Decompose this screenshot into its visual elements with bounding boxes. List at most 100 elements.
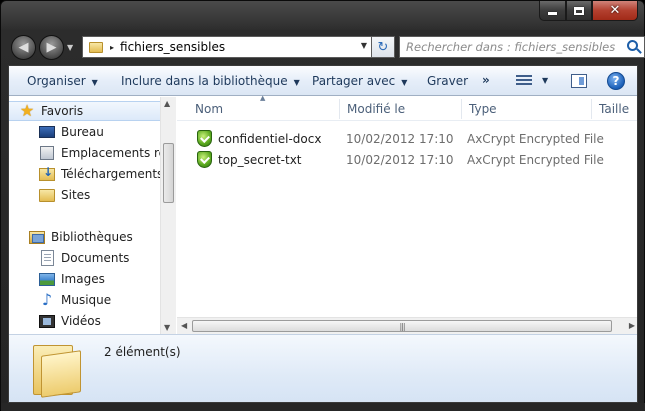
downloads-icon xyxy=(39,165,55,181)
forward-arrow-icon: ▶ xyxy=(46,40,57,55)
address-dropdown-icon[interactable]: ▼ xyxy=(361,41,367,50)
music-note-icon: ♪ xyxy=(41,290,53,309)
organize-label: Organiser xyxy=(27,74,86,88)
command-bar: Organiser ▼ Inclure dans la bibliothèque ▼… xyxy=(9,66,637,96)
file-type: AxCrypt Encrypted File xyxy=(467,132,604,146)
breadcrumb-chevron-icon[interactable]: ▸ xyxy=(110,43,114,52)
close-button[interactable]: ✕ xyxy=(592,1,638,21)
file-row[interactable]: confidentiel-docx 10/02/2012 17:10 AxCry… xyxy=(177,129,637,149)
caption-buttons: ✕ xyxy=(539,1,638,21)
file-name-cell: confidentiel-docx xyxy=(197,130,321,147)
sidebar-item-desktop[interactable]: Bureau xyxy=(9,122,161,142)
large-folder-icon xyxy=(31,341,83,398)
file-name: top_secret-txt xyxy=(218,152,302,167)
help-icon[interactable]: ? xyxy=(607,72,625,90)
file-modified-date: 10/02/2012 17:10 xyxy=(346,153,454,167)
scroll-up-icon[interactable]: ▲ xyxy=(164,99,170,108)
navigation-pane-scrollbar[interactable]: ▲ ▼ xyxy=(160,97,176,334)
chevron-down-icon: ▼ xyxy=(401,78,408,87)
minimize-icon xyxy=(548,12,557,15)
sidebar-item-sites[interactable]: Sites xyxy=(9,185,161,205)
sidebar-item-label: Bibliothèques xyxy=(51,230,133,244)
film-icon xyxy=(39,314,55,328)
search-placeholder: Rechercher dans : fichiers_sensibles xyxy=(406,40,616,54)
preview-pane-icon[interactable] xyxy=(571,74,587,88)
sidebar-item-videos[interactable]: Vidéos xyxy=(9,311,161,331)
sidebar-item-downloads[interactable]: Téléchargements xyxy=(9,164,161,184)
file-row[interactable]: top_secret-txt 10/02/2012 17:10 AxCrypt … xyxy=(177,150,637,170)
pictures-icon xyxy=(39,272,55,286)
more-commands-button[interactable]: » xyxy=(482,73,490,87)
refresh-icon: ↻ xyxy=(377,39,389,55)
column-divider[interactable] xyxy=(591,99,592,119)
folder-icon xyxy=(89,41,103,53)
maximize-icon xyxy=(574,6,584,15)
folder-icon xyxy=(39,188,55,202)
column-header-modified[interactable]: Modifié le xyxy=(347,102,405,116)
sidebar-item-libraries[interactable]: Bibliothèques xyxy=(9,227,161,247)
search-input[interactable]: Rechercher dans : fichiers_sensibles xyxy=(399,36,645,58)
file-list-horizontal-scrollbar[interactable]: ◀ ||| ▶ xyxy=(177,317,637,334)
chevron-down-icon: ▼ xyxy=(293,78,300,87)
file-list: ▲ Nom Modifié le Type Taille confidentie… xyxy=(177,94,637,319)
documents-icon xyxy=(40,250,54,266)
explorer-window: ✕ ◀ ▶ ▼ ▸ fichiers_sensibles ▼ ↻ Recherc… xyxy=(0,0,645,411)
sidebar-item-favorites[interactable]: ★ Favoris xyxy=(9,101,161,121)
sidebar-item-label: Documents xyxy=(61,251,130,265)
navigation-row: ◀ ▶ ▼ ▸ fichiers_sensibles ▼ ↻ Recherche… xyxy=(9,33,645,61)
include-in-library-button[interactable]: Inclure dans la bibliothèque ▼ xyxy=(121,74,300,88)
sidebar-item-label: Bureau xyxy=(61,125,104,139)
share-with-button[interactable]: Partager avec ▼ xyxy=(312,74,407,88)
scroll-right-icon[interactable]: ▶ xyxy=(629,321,635,330)
libraries-icon xyxy=(29,230,45,244)
file-modified-date: 10/02/2012 17:10 xyxy=(346,132,454,146)
scrollbar-grip-icon: ||| xyxy=(399,321,405,331)
column-divider[interactable] xyxy=(461,99,462,119)
navigation-pane: ★ Favoris Bureau Emplacements réc Téléch… xyxy=(9,97,176,334)
view-options-icon[interactable] xyxy=(516,75,532,87)
scroll-left-icon[interactable]: ◀ xyxy=(181,321,187,330)
sidebar-item-label: Images xyxy=(61,272,105,286)
recent-pages-dropdown[interactable]: ▼ xyxy=(67,43,73,52)
maximize-button[interactable] xyxy=(566,1,592,21)
sidebar-item-music[interactable]: ♪ Musique xyxy=(9,290,161,310)
forward-button[interactable]: ▶ xyxy=(39,35,64,60)
back-button[interactable]: ◀ xyxy=(11,35,36,60)
sidebar-item-label: Musique xyxy=(61,293,112,307)
scrollbar-thumb[interactable]: ||| xyxy=(192,320,612,332)
view-dropdown-icon[interactable]: ▼ xyxy=(542,76,548,85)
scroll-down-icon[interactable]: ▼ xyxy=(164,323,170,332)
minimize-button[interactable] xyxy=(539,1,566,21)
recent-places-icon xyxy=(40,146,54,160)
search-icon[interactable] xyxy=(627,40,638,51)
scrollbar-thumb[interactable] xyxy=(163,143,174,203)
file-name: confidentiel-docx xyxy=(218,131,322,146)
sort-ascending-icon: ▲ xyxy=(260,94,266,102)
column-header-name[interactable]: Nom xyxy=(195,102,223,116)
column-headers: ▲ Nom Modifié le Type Taille xyxy=(177,94,637,121)
column-divider[interactable] xyxy=(339,99,340,119)
axcrypt-shield-icon xyxy=(197,151,212,168)
column-header-size[interactable]: Taille xyxy=(599,102,629,116)
column-header-type[interactable]: Type xyxy=(469,102,497,116)
sidebar-item-documents[interactable]: Documents xyxy=(9,248,161,268)
client-area: Organiser ▼ Inclure dans la bibliothèque ▼… xyxy=(8,65,638,403)
sidebar-item-recent-places[interactable]: Emplacements réc xyxy=(9,143,161,163)
burn-button[interactable]: Graver xyxy=(427,74,468,88)
desktop-icon xyxy=(39,126,55,138)
item-count: 2 élément(s) xyxy=(104,345,181,359)
refresh-button[interactable]: ↻ xyxy=(371,36,395,58)
back-arrow-icon: ◀ xyxy=(18,40,29,55)
sidebar-item-label: Emplacements réc xyxy=(61,146,161,160)
axcrypt-shield-icon xyxy=(197,130,212,147)
organize-button[interactable]: Organiser ▼ xyxy=(27,74,98,88)
include-in-library-label: Inclure dans la bibliothèque xyxy=(121,74,288,88)
breadcrumb-current-folder[interactable]: fichiers_sensibles xyxy=(120,40,225,54)
sidebar-item-label: Favoris xyxy=(41,104,84,118)
close-icon: ✕ xyxy=(609,3,621,18)
file-type: AxCrypt Encrypted File xyxy=(467,153,604,167)
address-bar[interactable]: ▸ fichiers_sensibles ▼ xyxy=(82,36,371,58)
sidebar-item-images[interactable]: Images xyxy=(9,269,161,289)
details-pane: 2 élément(s) xyxy=(9,334,637,402)
sidebar-item-label: Vidéos xyxy=(61,314,101,328)
